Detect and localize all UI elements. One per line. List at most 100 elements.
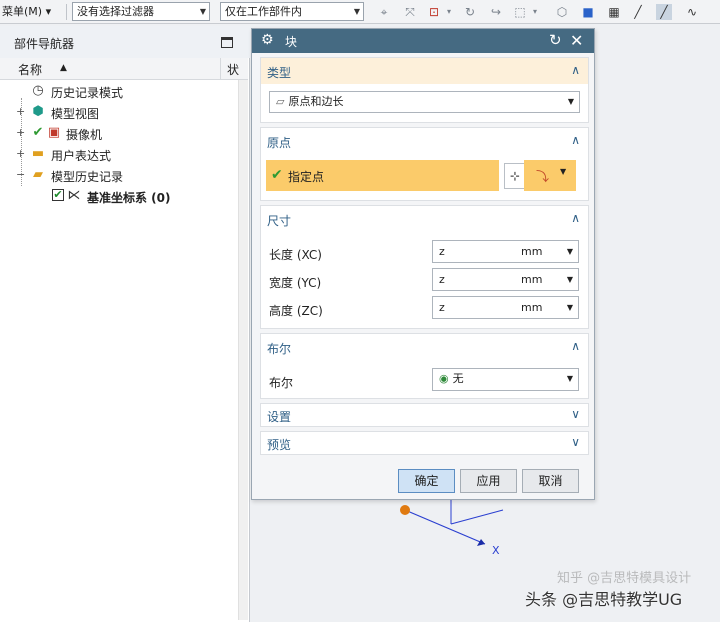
chevron-down-icon[interactable]: ▼ — [567, 269, 573, 290]
expand-icon[interactable]: + — [16, 147, 25, 160]
line-icon[interactable]: ╱ — [630, 4, 646, 20]
tree-item-label: 用户表达式 — [51, 149, 112, 163]
length-input[interactable]: z mm ▼ — [432, 240, 579, 263]
sort-ascending-icon[interactable]: ▲ — [60, 63, 67, 73]
section-title: 类型 — [267, 66, 292, 80]
type-select[interactable]: ▱ 原点和边长 ▼ — [269, 91, 580, 113]
chevron-down-icon[interactable]: ▾ — [444, 4, 454, 20]
section-title: 尺寸 — [267, 214, 292, 228]
point-type-dropdown[interactable]: ⤵ ▼ — [524, 160, 576, 191]
cancel-button[interactable]: 取消 — [522, 469, 579, 493]
boolean-none-icon: ◉ — [439, 372, 449, 385]
x-axis-line — [404, 509, 486, 545]
rotate-icon[interactable]: ↻ — [462, 4, 478, 20]
tree-item-model-history[interactable]: − ▰ 模型历史记录 — [0, 165, 248, 186]
expand-icon[interactable]: + — [16, 126, 25, 139]
model-views-icon: ⬢ — [32, 104, 44, 119]
settings-section-header[interactable]: 设置 ∨ — [261, 404, 588, 426]
specify-point-label: 指定点 — [288, 170, 325, 184]
preview-section-header[interactable]: 预览 ∨ — [261, 432, 588, 454]
boolean-section-header[interactable]: 布尔 ∧ — [261, 334, 588, 360]
shaded-cube-icon[interactable]: ■ — [580, 4, 596, 20]
arc-icon[interactable]: ∿ — [684, 4, 700, 20]
line-active-icon[interactable]: ╱ — [656, 4, 672, 20]
snap-midpoint-icon[interactable]: ⤧ — [402, 4, 418, 20]
column-status-header[interactable]: 状 — [227, 61, 239, 78]
ok-button[interactable]: 确定 — [398, 469, 455, 493]
dialog-title-bar: ⚙ 块 ↻ ✕ — [252, 29, 594, 53]
snap-point-icon[interactable]: ⊡ — [426, 4, 442, 20]
origin-point — [400, 505, 410, 515]
curve-icon[interactable]: ↪ — [488, 4, 504, 20]
clock-icon: ◷ — [32, 83, 44, 98]
collapse-icon[interactable]: − — [16, 168, 25, 181]
close-icon[interactable]: ✕ — [570, 31, 583, 50]
section-title: 布尔 — [267, 342, 292, 356]
block-dialog: ⚙ 块 ↻ ✕ 类型 ∧ ▱原点和边长 ▼ 原点 ∧ ✔ 指定点 ⊹ ⤵ ▼ — [251, 28, 595, 500]
tree-item-user-expressions[interactable]: + ▬ 用户表达式 — [0, 144, 248, 165]
navigator-title: 部件导航器 — [14, 37, 75, 51]
chevron-down-icon: ▼ — [353, 7, 360, 16]
chevron-down-icon[interactable]: ▼ — [567, 297, 573, 318]
chevron-up-icon[interactable]: ∧ — [571, 339, 580, 353]
expand-icon[interactable]: + — [16, 105, 25, 118]
length-label: 长度 (XC) — [269, 248, 322, 262]
section-title: 设置 — [267, 410, 292, 424]
menu-button[interactable]: 菜单(M) ▾ — [2, 3, 51, 21]
toolbar-separator — [66, 4, 67, 20]
scope-select[interactable]: 仅在工作部件内 ▼ — [220, 2, 364, 21]
selection-filter-select[interactable]: 没有选择过滤器 ▼ — [72, 2, 210, 21]
length-value: z — [439, 245, 445, 258]
tree-item-history-mode[interactable]: ◷ 历史记录模式 — [0, 81, 248, 102]
chevron-up-icon[interactable]: ∧ — [571, 211, 580, 225]
tree-item-model-views[interactable]: + ⬢ 模型视图 — [0, 102, 248, 123]
checker-icon[interactable]: ▦ — [606, 4, 622, 20]
section-title: 预览 — [267, 438, 292, 452]
chevron-up-icon[interactable]: ∧ — [571, 63, 580, 77]
wcs-axes: X — [400, 496, 504, 557]
reset-icon[interactable]: ↻ — [549, 31, 562, 49]
type-section-header[interactable]: 类型 ∧ — [261, 58, 588, 84]
point-dialog-button[interactable]: ⊹ — [504, 163, 526, 189]
rectangle-select-icon[interactable]: ⬚ — [512, 4, 528, 20]
tree-item-label: 模型视图 — [51, 107, 100, 121]
settings-section[interactable]: 设置 ∨ — [260, 403, 589, 427]
folder-icon: ▬ — [31, 146, 45, 161]
width-input[interactable]: z mm ▼ — [432, 268, 579, 291]
column-divider[interactable] — [220, 58, 221, 80]
datum-csys-icon: ⋉ — [67, 188, 81, 203]
boolean-section: 布尔 ∧ 布尔 ◉ 无 ▼ — [260, 333, 589, 399]
tree-item-label: 基准坐标系 (0) — [87, 191, 171, 205]
chevron-down-icon[interactable]: ∨ — [571, 407, 580, 421]
tree-item-camera[interactable]: + ✔ ▣ 摄像机 — [0, 123, 248, 144]
dimension-section: 尺寸 ∧ 长度 (XC) z mm ▼ 宽度 (YC) z mm ▼ 高度 (Z… — [260, 205, 589, 329]
dimension-section-header[interactable]: 尺寸 ∧ — [261, 206, 588, 232]
tree-item-datum-csys[interactable]: ✔ ⋉ 基准坐标系 (0) — [0, 186, 248, 207]
chevron-down-icon[interactable]: ▾ — [530, 4, 540, 20]
chevron-up-icon[interactable]: ∧ — [571, 133, 580, 147]
width-value: z — [439, 273, 445, 286]
top-toolbar: 菜单(M) ▾ 没有选择过滤器 ▼ 仅在工作部件内 ▼ ⌖ ⤧ ⊡ ▾ ↻ ↪ … — [0, 0, 720, 24]
chevron-down-icon: ▼ — [566, 374, 573, 383]
boolean-select[interactable]: ◉ 无 ▼ — [432, 368, 579, 391]
chevron-down-icon[interactable]: ∨ — [571, 435, 580, 449]
camera-icon: ▣ — [47, 125, 61, 140]
apply-button[interactable]: 应用 — [460, 469, 517, 493]
navigator-scrollbar[interactable] — [238, 80, 248, 620]
gear-icon[interactable]: ⚙ — [261, 32, 274, 48]
chevron-down-icon[interactable]: ▼ — [567, 241, 573, 262]
visibility-checkbox[interactable]: ✔ — [52, 189, 64, 201]
specify-point-field[interactable]: ✔ 指定点 — [266, 160, 499, 191]
x-axis-label: X — [492, 544, 500, 557]
type-value: 原点和边长 — [288, 95, 344, 108]
preview-section[interactable]: 预览 ∨ — [260, 431, 589, 455]
column-name-header[interactable]: 名称 — [18, 61, 42, 78]
section-title: 原点 — [267, 136, 292, 150]
snap-endpoint-icon[interactable]: ⌖ — [376, 4, 392, 20]
origin-section-header[interactable]: 原点 ∧ — [261, 128, 588, 154]
selection-filter-value: 没有选择过滤器 — [77, 5, 154, 18]
height-input[interactable]: z mm ▼ — [432, 296, 579, 319]
chevron-down-icon: ▼ — [199, 7, 206, 16]
edge-icon[interactable]: ⬡ — [554, 4, 570, 20]
maximize-icon[interactable] — [221, 37, 233, 48]
